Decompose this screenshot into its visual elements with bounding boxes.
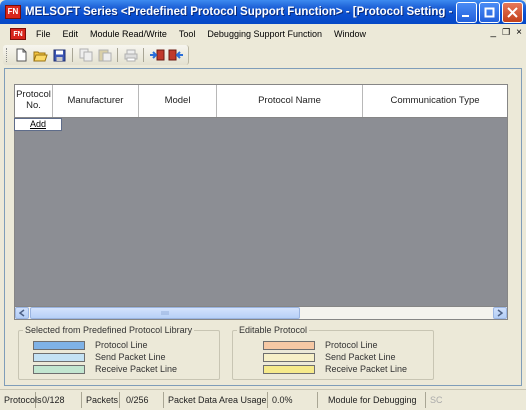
legend-label: Send Packet Line xyxy=(95,352,166,362)
legend-predefined-library: Selected from Predefined Protocol Librar… xyxy=(18,325,220,380)
legend-predefined-title: Selected from Predefined Protocol Librar… xyxy=(23,325,195,335)
open-icon xyxy=(33,51,48,61)
minimize-icon xyxy=(462,14,469,17)
new-button[interactable] xyxy=(13,47,30,64)
save-button[interactable] xyxy=(51,47,68,64)
print-button[interactable] xyxy=(122,47,139,64)
legend-row: Protocol Line xyxy=(263,340,378,350)
legend-label: Protocol Line xyxy=(325,340,378,350)
menu-tool[interactable]: Tool xyxy=(173,29,202,39)
scroll-thumb[interactable] xyxy=(30,307,300,319)
legend-label: Send Packet Line xyxy=(325,352,396,362)
toolbar xyxy=(0,44,526,66)
scroll-track[interactable] xyxy=(29,307,493,319)
close-button[interactable] xyxy=(502,1,523,23)
copy-button[interactable] xyxy=(77,47,94,64)
swatch-protocol-line xyxy=(263,340,315,350)
swatch-send-packet-line xyxy=(263,352,315,362)
restore-icon xyxy=(484,7,495,17)
save-icon xyxy=(53,49,66,61)
add-label: Add xyxy=(29,119,46,129)
col-protocol-name[interactable]: Protocol Name xyxy=(217,85,363,117)
new-icon xyxy=(16,48,27,62)
print-icon xyxy=(124,49,137,61)
legend-row: Receive Packet Line xyxy=(33,364,177,374)
swatch-receive-packet-line xyxy=(263,364,315,374)
legend-editable-protocol: Editable Protocol Protocol Line Send Pac… xyxy=(232,325,434,380)
swatch-send-packet-line xyxy=(33,352,85,362)
status-trailing: SC xyxy=(430,395,443,405)
arrow-right-icon xyxy=(497,309,503,317)
mdi-close-button[interactable]: × xyxy=(516,27,522,38)
toolbar-grip[interactable] xyxy=(6,48,9,62)
status-packets-label: Packets xyxy=(82,392,120,408)
col-communication-type[interactable]: Communication Type xyxy=(363,85,507,117)
legend-row: Send Packet Line xyxy=(263,352,396,362)
mdi-minimize-button[interactable]: _ xyxy=(491,27,497,38)
menu-edit[interactable]: Edit xyxy=(57,29,85,39)
menu-window[interactable]: Window xyxy=(328,29,372,39)
status-protocols-label: Protocols xyxy=(0,392,42,408)
add-protocol-cell[interactable]: Add xyxy=(14,118,62,131)
copy-icon xyxy=(79,48,92,62)
menu-bar: FN File Edit Module Read/Write Tool Debu… xyxy=(0,24,526,44)
swatch-receive-packet-line xyxy=(33,364,85,374)
title-bar[interactable]: FN MELSOFT Series <Predefined Protocol S… xyxy=(0,0,526,24)
minimize-button[interactable] xyxy=(456,1,477,23)
legend-label: Protocol Line xyxy=(95,340,148,350)
write-icon xyxy=(149,49,164,61)
legend-row: Protocol Line xyxy=(33,340,148,350)
window-title: MELSOFT Series <Predefined Protocol Supp… xyxy=(25,6,456,18)
scroll-left-button[interactable] xyxy=(15,307,29,319)
menu-file[interactable]: File xyxy=(30,29,57,39)
read-icon xyxy=(168,49,183,61)
status-bar: Protocols 0/128 Packets 0/256 Packet Dat… xyxy=(0,389,526,410)
restore-button[interactable] xyxy=(479,1,500,23)
document-icon[interactable]: FN xyxy=(10,28,26,40)
legend-editable-title: Editable Protocol xyxy=(237,325,310,335)
read-from-module-button[interactable] xyxy=(167,47,184,64)
table-header: Protocol No. Manufacturer Model Protocol… xyxy=(14,84,508,118)
open-button[interactable] xyxy=(32,47,49,64)
scroll-right-button[interactable] xyxy=(493,307,507,319)
menu-module-read-write[interactable]: Module Read/Write xyxy=(84,29,173,39)
status-packet-area-label: Packet Data Area Usage xyxy=(164,392,268,408)
status-packet-area-value: 0.0% xyxy=(268,392,318,408)
mdi-restore-button[interactable]: ❐ xyxy=(502,27,510,38)
col-manufacturer[interactable]: Manufacturer xyxy=(53,85,139,117)
status-mode: Module for Debugging xyxy=(318,392,426,408)
status-packets-count: 0/256 xyxy=(120,392,164,408)
legend-row: Receive Packet Line xyxy=(263,364,407,374)
col-model[interactable]: Model xyxy=(139,85,217,117)
paste-button[interactable] xyxy=(96,47,113,64)
status-protocols-count: 0/128 xyxy=(36,392,82,408)
col-protocol-no[interactable]: Protocol No. xyxy=(15,85,53,117)
legend-label: Receive Packet Line xyxy=(325,364,408,374)
arrow-left-icon xyxy=(19,309,25,317)
grip-icon xyxy=(161,311,169,315)
write-to-module-button[interactable] xyxy=(148,47,165,64)
menu-debugging-support-function[interactable]: Debugging Support Function xyxy=(201,29,328,39)
swatch-protocol-line xyxy=(33,340,85,350)
app-icon[interactable]: FN xyxy=(5,5,21,19)
legend-label: Receive Packet Line xyxy=(95,364,178,374)
protocol-grid[interactable] xyxy=(14,118,508,306)
close-icon xyxy=(507,6,518,18)
horizontal-scrollbar[interactable] xyxy=(14,306,508,320)
legend-row: Send Packet Line xyxy=(33,352,166,362)
paste-icon xyxy=(98,49,111,62)
